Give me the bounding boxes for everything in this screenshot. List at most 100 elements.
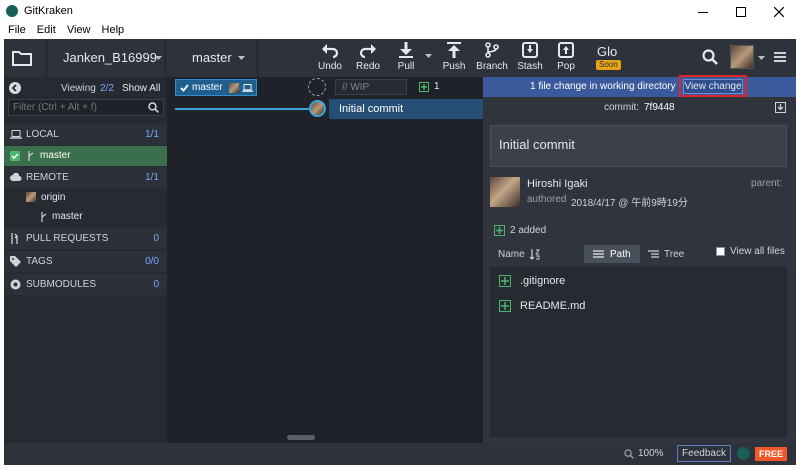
commit-row[interactable]: Initial commit xyxy=(329,99,483,119)
wip-file-count: 1 xyxy=(434,81,440,92)
view-all-files-checkbox[interactable] xyxy=(716,247,725,256)
section-tags[interactable]: TAGS 0/0 xyxy=(4,251,167,272)
redo-button[interactable]: Redo xyxy=(350,39,386,77)
wip-row[interactable]: // WIP xyxy=(335,79,407,95)
branch-selector[interactable]: master xyxy=(166,39,258,77)
section-local[interactable]: LOCAL 1/1 xyxy=(4,124,167,145)
undo-label: Undo xyxy=(318,61,342,72)
tree-icon xyxy=(648,250,659,258)
name-header-label: Name xyxy=(498,249,525,260)
profile-menu[interactable] xyxy=(730,45,766,71)
maximize-button[interactable] xyxy=(724,0,760,24)
sort-icon xyxy=(529,249,540,260)
commit-summary: Initial commit xyxy=(499,137,575,152)
menu-bar: File Edit View Help xyxy=(0,24,800,39)
viewing-count: 2/2 xyxy=(100,83,114,94)
stash-label: Stash xyxy=(517,61,543,72)
tags-title: TAGS xyxy=(26,256,53,267)
local-title: LOCAL xyxy=(26,129,59,140)
commit-node-avatar[interactable] xyxy=(309,100,326,117)
free-badge[interactable]: FREE xyxy=(755,447,787,461)
zoom-level[interactable]: 100% xyxy=(638,448,664,459)
menu-edit[interactable]: Edit xyxy=(37,24,56,36)
repo-selector[interactable]: Janken_B16999 xyxy=(46,39,166,77)
pop-label: Pop xyxy=(557,61,575,72)
collapse-panel-button[interactable] xyxy=(9,82,21,94)
pop-button[interactable]: Pop xyxy=(548,39,584,77)
commit-hash[interactable]: 7f9448 xyxy=(644,102,675,113)
section-pull-requests[interactable]: PULL REQUESTS 0 xyxy=(4,228,167,249)
added-file-icon xyxy=(499,275,511,287)
branch-button[interactable]: Branch xyxy=(474,39,510,77)
filter-input[interactable] xyxy=(13,101,143,114)
local-branch-master[interactable]: master xyxy=(4,146,167,166)
undo-button[interactable]: Undo xyxy=(312,39,348,77)
main-menu-button[interactable] xyxy=(774,51,788,65)
view-change-button[interactable]: View change xyxy=(683,79,743,94)
horizontal-scrollbar[interactable] xyxy=(287,435,315,440)
download-icon xyxy=(777,104,784,111)
redo-label: Redo xyxy=(356,61,380,72)
chevron-down-icon xyxy=(238,56,245,60)
file-name: .gitignore xyxy=(520,275,566,287)
path-tab[interactable]: Path xyxy=(584,245,640,263)
change-banner-text: 1 file change in working directory xyxy=(530,81,676,92)
cloud-icon xyxy=(10,173,22,181)
menu-help[interactable]: Help xyxy=(102,24,125,36)
status-bar: 100% Feedback FREE xyxy=(4,443,796,465)
commit-graph: master // WIP 1 Initial commit xyxy=(167,77,483,443)
filter-box[interactable] xyxy=(8,99,164,116)
file-row[interactable]: .gitignore xyxy=(490,270,787,292)
remote-origin-label: origin xyxy=(41,192,66,203)
minimize-button[interactable] xyxy=(686,0,722,24)
search-button[interactable] xyxy=(702,49,720,67)
pull-icon xyxy=(399,42,413,58)
avatar xyxy=(490,177,520,207)
section-remote[interactable]: REMOTE 1/1 xyxy=(4,167,167,188)
push-button[interactable]: Push xyxy=(436,39,472,77)
menu-file[interactable]: File xyxy=(8,24,26,36)
remote-branch-master[interactable]: master xyxy=(4,208,167,226)
section-submodules[interactable]: SUBMODULES 0 xyxy=(4,274,167,295)
menu-view[interactable]: View xyxy=(67,24,91,36)
open-repo-button[interactable] xyxy=(4,39,40,77)
remote-count: 1/1 xyxy=(145,172,159,183)
avatar xyxy=(229,83,239,93)
repo-name: Janken_B16999 xyxy=(63,50,157,65)
file-name: README.md xyxy=(520,300,586,312)
branch-tag-master[interactable]: master xyxy=(175,79,257,96)
pull-options-button[interactable] xyxy=(424,49,434,63)
remote-origin[interactable]: origin xyxy=(4,188,167,208)
tags-count: 0/0 xyxy=(145,256,159,267)
submodules-count: 0 xyxy=(153,279,159,290)
download-button[interactable] xyxy=(775,102,786,113)
stash-button[interactable]: Stash xyxy=(512,39,548,77)
wip-message: // WIP xyxy=(342,82,370,93)
parent-label: parent: xyxy=(751,178,783,189)
title-bar: GitKraken xyxy=(0,0,800,24)
chevron-down-icon xyxy=(758,56,765,60)
branch-tag-label: master xyxy=(192,82,223,93)
check-icon xyxy=(180,84,189,92)
folder-icon xyxy=(12,51,32,66)
pull-button[interactable]: Pull xyxy=(388,39,424,77)
redo-icon xyxy=(359,44,376,58)
glo-button[interactable]: Glo Soon xyxy=(590,39,626,77)
main-toolbar: Janken_B16999 master Undo Redo Pull Push… xyxy=(4,39,796,77)
show-all-link[interactable]: Show All xyxy=(122,83,160,94)
avatar xyxy=(26,192,36,202)
file-row[interactable]: README.md xyxy=(490,295,787,317)
viewing-label: Viewing xyxy=(61,83,96,94)
pull-request-icon xyxy=(11,233,18,244)
app-logo-icon xyxy=(737,447,750,460)
feedback-button[interactable]: Feedback xyxy=(677,445,731,462)
pop-icon xyxy=(558,42,574,58)
wip-node[interactable] xyxy=(308,78,326,96)
close-button[interactable] xyxy=(762,0,798,24)
branch-icon xyxy=(485,42,499,58)
added-icon xyxy=(494,225,505,236)
plus-icon xyxy=(421,84,427,90)
name-sort-header[interactable]: Name xyxy=(498,248,544,262)
tree-tab[interactable]: Tree xyxy=(640,245,696,263)
commit-message-box[interactable]: Initial commit xyxy=(490,125,787,167)
